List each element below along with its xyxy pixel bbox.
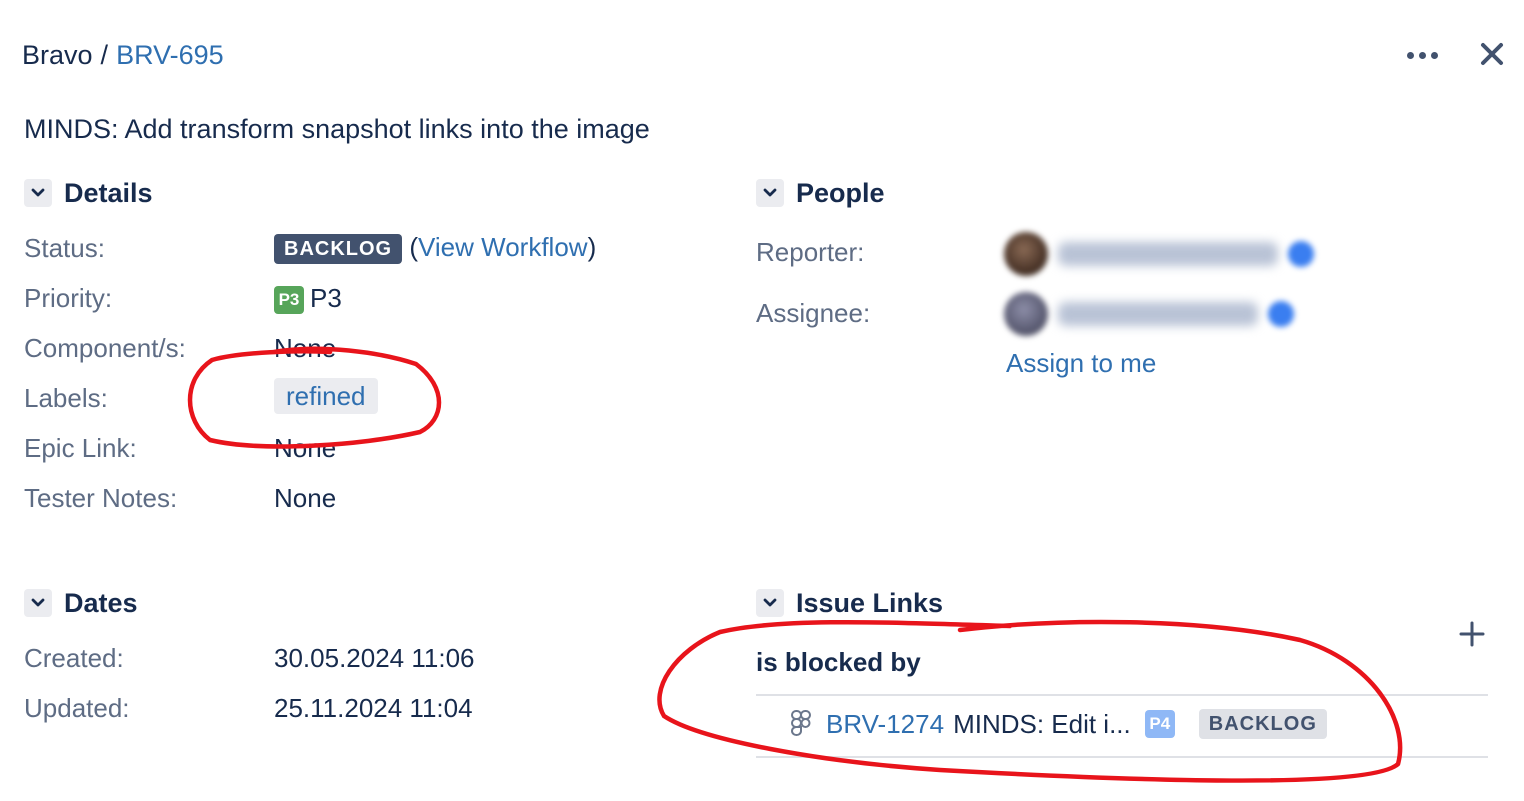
view-workflow-paren-open: (: [409, 232, 419, 262]
details-title: Details: [64, 177, 153, 208]
people-section-header: People: [756, 176, 885, 210]
details-collapse-toggle[interactable]: [24, 179, 52, 207]
components-label: Component/s:: [24, 333, 186, 363]
chevron-down-icon: [31, 598, 45, 607]
created-value: 30.05.2024 11:06: [274, 643, 475, 673]
reporter-value[interactable]: [1004, 232, 1314, 276]
close-icon: [1481, 43, 1503, 65]
plus-icon: [1459, 621, 1485, 647]
breadcrumb-separator: /: [100, 40, 109, 70]
issue-links-title: Issue Links: [796, 587, 944, 618]
issue-links-section-header: Issue Links: [756, 586, 943, 620]
status-label: Status:: [24, 233, 105, 263]
linked-issue-status-lozenge: BACKLOG: [1198, 709, 1327, 739]
epic-link-value: None: [274, 433, 337, 463]
labels-value: refined: [274, 378, 378, 414]
linked-issue-summary[interactable]: MINDS: Edit i...: [953, 708, 1131, 740]
updated-label: Updated:: [24, 693, 130, 723]
close-button[interactable]: [1474, 36, 1510, 72]
assign-to-me-wrap: Assign to me: [1006, 347, 1156, 379]
link-divider-top: [756, 694, 1488, 696]
assign-to-me-link[interactable]: Assign to me: [1006, 348, 1156, 378]
priority-p3-icon: P3: [274, 286, 304, 315]
avatar: [1004, 292, 1048, 336]
verified-badge-icon: [1268, 301, 1294, 327]
issue-detail-panel: Bravo / BRV-695 MINDS: Add transform snaps…: [0, 0, 1524, 801]
tester-notes-value: None: [274, 483, 337, 513]
priority-p4-icon: P4: [1144, 710, 1175, 738]
status-value: BACKLOG (View Workflow): [274, 231, 597, 265]
reporter-label: Reporter:: [756, 237, 865, 267]
dates-title: Dates: [64, 587, 138, 618]
priority-value: P3 P3: [274, 282, 342, 315]
components-value: None: [274, 333, 337, 363]
linked-issue-key[interactable]: BRV-1274: [826, 708, 944, 740]
add-issue-link-button[interactable]: [1456, 618, 1488, 650]
more-options-button[interactable]: [1402, 40, 1442, 70]
breadcrumb-project[interactable]: Bravo: [22, 40, 93, 70]
chevron-down-icon: [763, 598, 777, 607]
link-divider-bottom: [756, 756, 1488, 758]
created-label: Created:: [24, 643, 124, 673]
dates-collapse-toggle[interactable]: [24, 589, 52, 617]
link-relation-heading: is blocked by: [756, 647, 921, 677]
priority-text: P3: [310, 283, 342, 313]
more-horizontal-icon: [1406, 51, 1414, 59]
details-section-header: Details: [24, 176, 153, 210]
dates-section-header: Dates: [24, 586, 138, 620]
people-title: People: [796, 177, 885, 208]
assignee-name-redacted: [1058, 302, 1258, 326]
assignee-value[interactable]: [1004, 292, 1294, 336]
verified-badge-icon: [1288, 241, 1314, 267]
breadcrumb-issue-key[interactable]: BRV-695: [116, 40, 224, 70]
chevron-down-icon: [31, 188, 45, 197]
assignee-label: Assignee:: [756, 298, 871, 328]
view-workflow-paren-close: ): [587, 232, 597, 262]
label-pill-refined[interactable]: refined: [274, 378, 378, 414]
issue-links-collapse-toggle[interactable]: [756, 589, 784, 617]
tester-notes-label: Tester Notes:: [24, 483, 178, 513]
issue-summary: MINDS: Add transform snapshot links into…: [24, 114, 650, 144]
view-workflow-link[interactable]: View Workflow: [418, 232, 588, 262]
people-collapse-toggle[interactable]: [756, 179, 784, 207]
figma-icon: [790, 710, 811, 736]
avatar: [1004, 232, 1048, 276]
epic-link-label: Epic Link:: [24, 433, 137, 463]
updated-value: 25.11.2024 11:04: [274, 693, 473, 723]
priority-label: Priority:: [24, 283, 113, 313]
status-lozenge[interactable]: BACKLOG: [274, 234, 403, 265]
linked-issue-row[interactable]: BRV-1274 MINDS: Edit i... P4 BACKLOG: [790, 708, 1327, 740]
reporter-name-redacted: [1058, 242, 1278, 266]
chevron-down-icon: [763, 188, 777, 197]
labels-label: Labels:: [24, 383, 108, 413]
breadcrumb: Bravo / BRV-695: [22, 38, 224, 72]
